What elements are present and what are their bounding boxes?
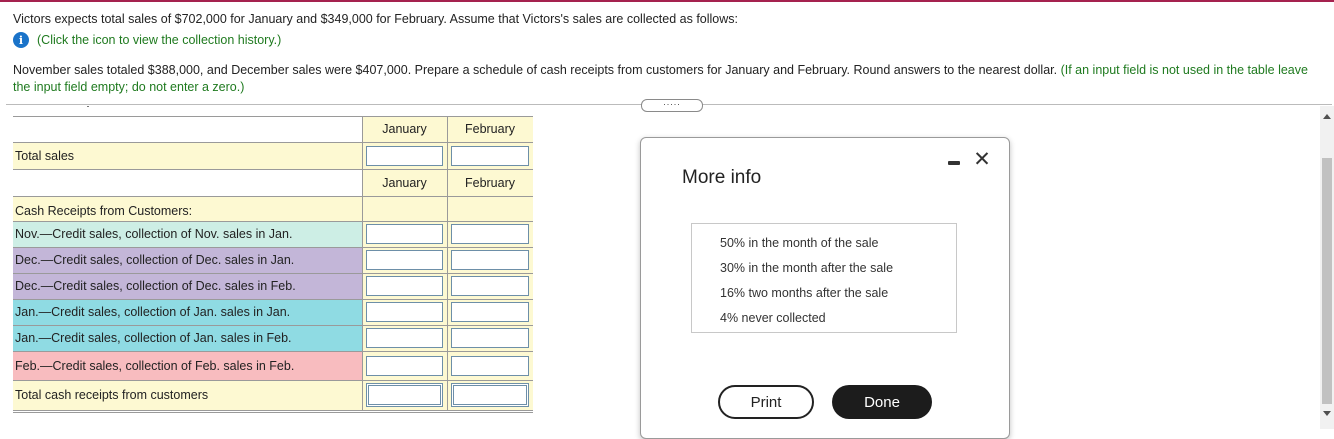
- collection-history-hint[interactable]: i (Click the icon to view the collection…: [13, 32, 281, 48]
- january-input[interactable]: [366, 146, 443, 166]
- february-input[interactable]: [451, 224, 529, 244]
- february-input[interactable]: [451, 302, 529, 322]
- january-header: January: [382, 175, 427, 190]
- row-label-cell: [13, 116, 362, 142]
- minimize-icon[interactable]: [947, 154, 961, 170]
- collection-rate-1: 50% in the month of the sale: [720, 236, 879, 250]
- done-button[interactable]: Done: [832, 385, 932, 419]
- january-input[interactable]: [366, 250, 443, 270]
- row-divider: [13, 142, 533, 143]
- question-text: Victors expects total sales of $702,000 …: [13, 12, 738, 26]
- january-input[interactable]: [366, 356, 443, 376]
- top-accent-line: [0, 0, 1334, 2]
- hint-text: (Click the icon to view the collection h…: [37, 33, 282, 47]
- receipt-row-label: Feb.—Credit sales, collection of Feb. sa…: [13, 351, 362, 380]
- row-label-cell: [13, 169, 362, 196]
- receipt-row-label: Dec.—Credit sales, collection of Dec. sa…: [13, 273, 362, 299]
- january-cell: [362, 196, 447, 221]
- february-input[interactable]: [451, 276, 529, 296]
- january-input[interactable]: [366, 383, 443, 407]
- collection-info-box: 50% in the month of the sale 30% in the …: [691, 223, 957, 333]
- collection-rate-4: 4% never collected: [720, 311, 826, 325]
- february-input[interactable]: [451, 356, 529, 376]
- february-input[interactable]: [451, 146, 529, 166]
- instruction-main: November sales totaled $388,000, and Dec…: [13, 63, 1058, 77]
- dialog-title: More info: [682, 167, 762, 188]
- more-info-dialog: More info ✕ 50% in the month of the sale…: [640, 137, 1010, 439]
- february-header: February: [464, 175, 516, 190]
- row-divider: [13, 410, 533, 411]
- row-divider: [13, 196, 533, 197]
- february-header: February: [464, 122, 516, 136]
- row-divider: [13, 299, 533, 300]
- cash-receipts-heading: Cash Receipts from Customers:: [13, 196, 362, 221]
- row-divider: [13, 116, 533, 117]
- january-input[interactable]: [366, 302, 443, 322]
- row-divider: [13, 221, 533, 222]
- february-input[interactable]: [451, 250, 529, 270]
- info-icon[interactable]: i: [13, 32, 29, 48]
- row-divider: [13, 380, 533, 381]
- row-divider: [13, 325, 533, 326]
- collection-rate-3: 16% two months after the sale: [720, 286, 889, 300]
- scroll-up-arrow-icon[interactable]: [1323, 114, 1331, 119]
- row-divider: [13, 169, 533, 170]
- january-input[interactable]: [366, 276, 443, 296]
- february-input[interactable]: [451, 328, 529, 348]
- expand-button[interactable]: .....: [641, 98, 703, 112]
- divider-mark: [87, 106, 89, 107]
- row-divider: [13, 247, 533, 248]
- column-divider: [362, 116, 363, 410]
- february-input[interactable]: [451, 383, 529, 407]
- collection-rate-2: 30% in the month after the sale: [720, 261, 894, 275]
- receipt-row-label: Jan.—Credit sales, collection of Jan. sa…: [13, 299, 362, 325]
- close-icon[interactable]: ✕: [973, 149, 991, 170]
- receipt-row-label: Jan.—Credit sales, collection of Jan. sa…: [13, 325, 362, 351]
- instruction-text: November sales totaled $388,000, and Dec…: [13, 62, 1328, 96]
- total-sales-label: Total sales: [13, 142, 362, 169]
- january-header: January: [382, 122, 427, 136]
- row-divider: [13, 273, 533, 274]
- january-input[interactable]: [366, 224, 443, 244]
- total-underline: [13, 412, 533, 413]
- print-button[interactable]: Print: [718, 385, 814, 419]
- receipt-row-label: Dec.—Credit sales, collection of Dec. sa…: [13, 247, 362, 273]
- vertical-scrollbar[interactable]: [1320, 106, 1334, 429]
- receipt-row-label: Nov.—Credit sales, collection of Nov. sa…: [13, 221, 362, 247]
- january-input[interactable]: [366, 328, 443, 348]
- scroll-down-arrow-icon[interactable]: [1323, 411, 1331, 416]
- february-cell: [447, 196, 533, 221]
- total-receipts-label: Total cash receipts from customers: [13, 380, 362, 410]
- scrollbar-thumb[interactable]: [1322, 158, 1332, 404]
- row-divider: [13, 351, 533, 352]
- column-divider: [447, 116, 448, 410]
